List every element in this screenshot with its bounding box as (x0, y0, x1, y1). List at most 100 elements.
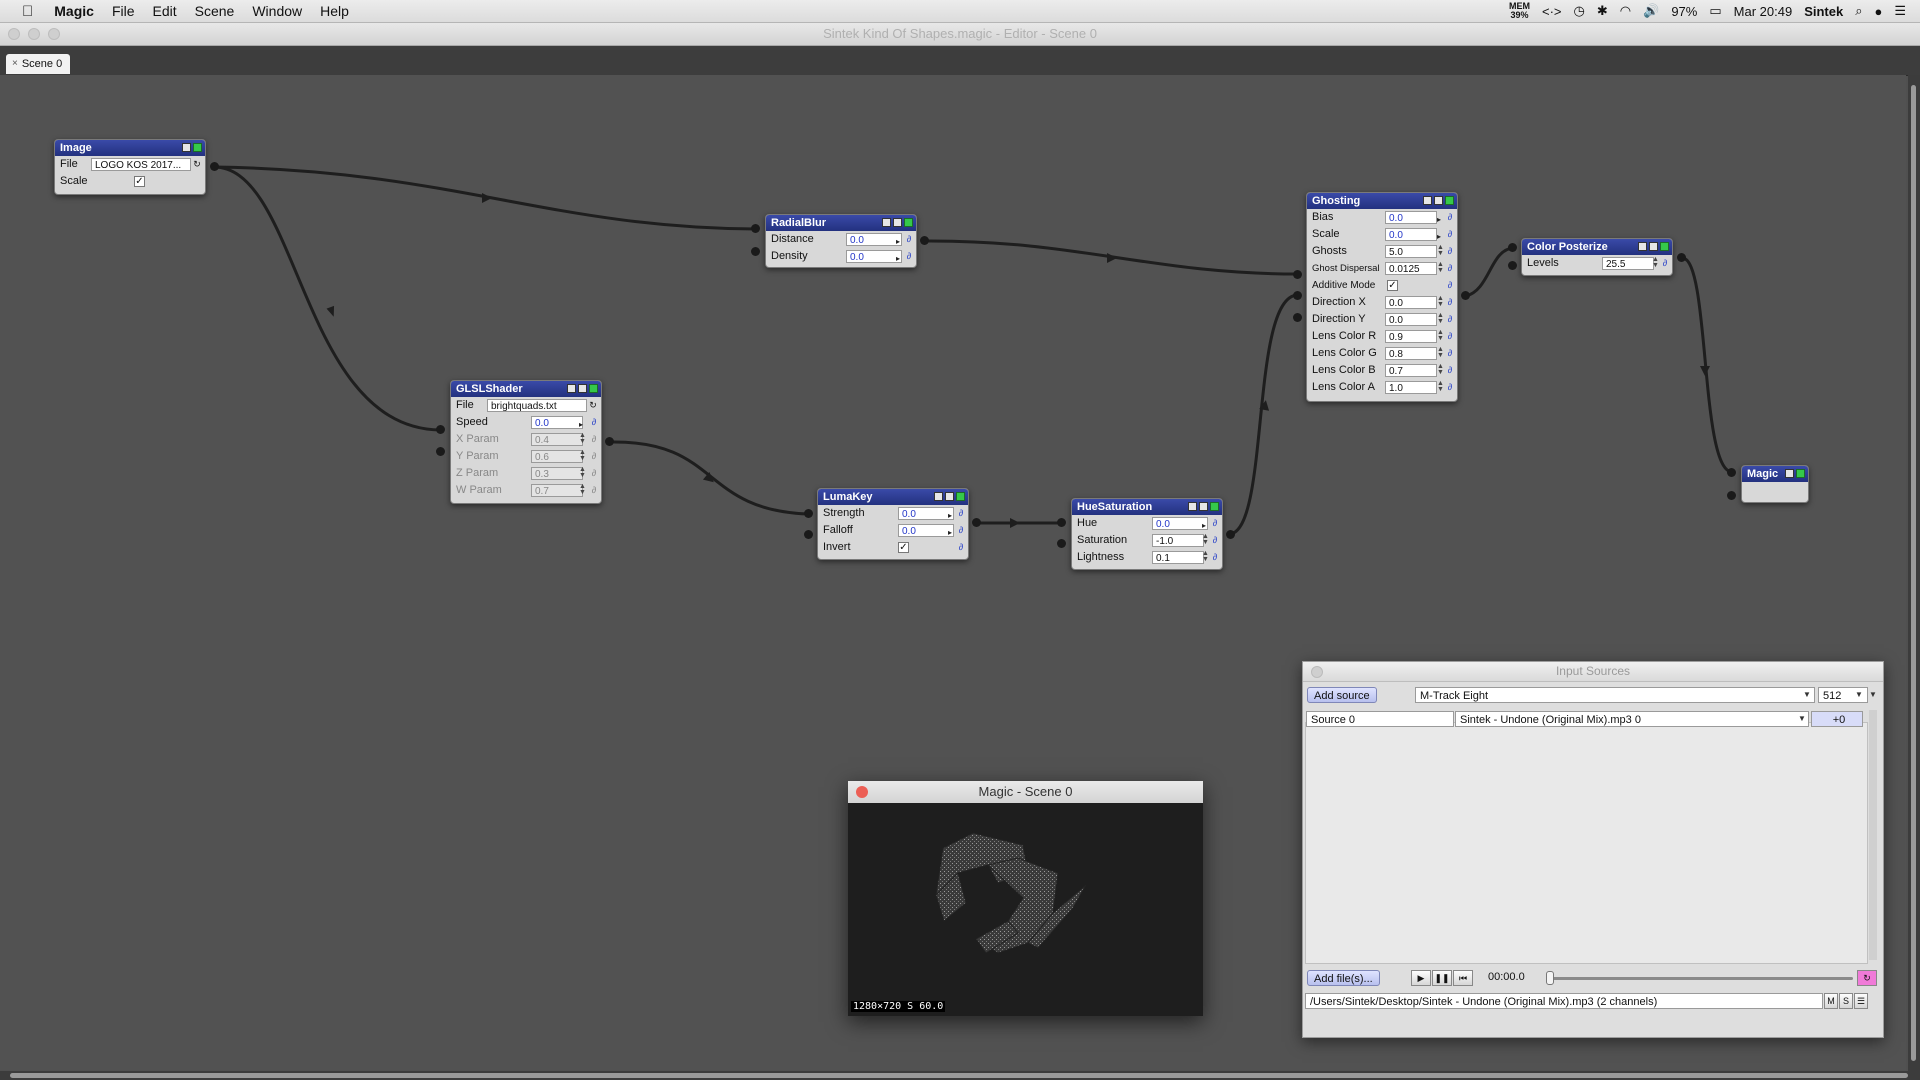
stepper-icon[interactable]: ▲ ▼ (579, 466, 586, 479)
node-header[interactable]: Magic (1742, 466, 1808, 482)
stepper-icon[interactable]: ▲ ▼ (1437, 244, 1444, 257)
stepper-icon[interactable]: ▲ ▼ (1437, 295, 1444, 308)
node-image[interactable]: Image File LOGO KOS 2017... ↻ Scale ✓ (54, 139, 206, 195)
param-value[interactable]: 0.0 (898, 507, 954, 520)
input-port[interactable] (1293, 270, 1302, 279)
param-value[interactable]: 0.9 (1385, 330, 1437, 343)
link-icon[interactable]: ∂ (1660, 258, 1670, 269)
node-header[interactable]: Image (55, 140, 205, 156)
menu-icon[interactable]: ☰ (1854, 993, 1868, 1009)
input-port[interactable] (436, 425, 445, 434)
input-sources-titlebar[interactable]: Input Sources (1303, 662, 1883, 682)
node-header[interactable]: LumaKey (818, 489, 968, 505)
stepper-icon[interactable]: ▲ ▼ (579, 483, 586, 496)
stepper-icon[interactable]: ▲ ▼ (579, 432, 586, 445)
node-ghosting[interactable]: Ghosting Bias 0.0 ▸ ∂ Scale 0.0 ▸ ∂ Ghosts 5.0 ▲… (1306, 192, 1458, 402)
output-port[interactable] (1461, 291, 1470, 300)
enable-node-icon[interactable] (956, 492, 965, 501)
param-value[interactable]: 0.0 (1385, 211, 1437, 224)
node-magic-output[interactable]: Magic (1741, 465, 1809, 503)
settings-node-icon[interactable] (893, 218, 902, 227)
input-port[interactable] (751, 247, 760, 256)
add-source-button[interactable]: Add source (1307, 687, 1377, 703)
node-header[interactable]: RadialBlur (766, 215, 916, 231)
input-port[interactable] (804, 530, 813, 539)
stepper-icon[interactable]: ▲ ▼ (1437, 346, 1444, 359)
input-port[interactable] (1293, 291, 1302, 300)
stepper-icon[interactable]: ▲ ▼ (579, 449, 586, 462)
stepper-icon[interactable]: ▲ ▼ (1437, 312, 1444, 325)
settings-node-icon[interactable] (1199, 502, 1208, 511)
link-icon[interactable]: ∂ (1445, 229, 1455, 240)
minimize-node-icon[interactable] (567, 384, 576, 393)
param-value[interactable]: 0.0 (898, 524, 954, 537)
settings-node-icon[interactable] (945, 492, 954, 501)
stepper-icon[interactable]: ▲ ▼ (1437, 329, 1444, 342)
invert-checkbox[interactable]: ✓ (898, 542, 909, 553)
link-icon[interactable]: ∂ (1445, 331, 1455, 342)
node-lumakey[interactable]: LumaKey Strength 0.0 ▸ ∂ Falloff 0.0 ▸ ∂ Inver… (817, 488, 969, 560)
output-port[interactable] (920, 236, 929, 245)
input-port[interactable] (1057, 518, 1066, 527)
buffer-dropdown-icon[interactable]: ▼ (1853, 687, 1865, 703)
link-icon[interactable]: ∂ (1445, 365, 1455, 376)
minimize-node-icon[interactable] (1423, 196, 1432, 205)
link-icon[interactable]: ∂ (1445, 382, 1455, 393)
input-sources-panel[interactable]: Input Sources Add source M-Track Eight ▼… (1302, 661, 1884, 1038)
rewind-icon[interactable]: ⏮ (1453, 970, 1473, 986)
stepper-icon[interactable]: ▲ ▼ (1202, 550, 1209, 563)
enable-node-icon[interactable] (1210, 502, 1219, 511)
link-icon[interactable]: ∂ (589, 451, 599, 462)
link-icon[interactable]: ∂ (589, 485, 599, 496)
param-value[interactable]: 0.1 (1152, 551, 1204, 564)
input-port[interactable] (1293, 313, 1302, 322)
param-value[interactable]: 0.0 (1385, 296, 1437, 309)
enable-node-icon[interactable] (1445, 196, 1454, 205)
param-value[interactable]: 0.7 (1385, 364, 1437, 377)
preview-window[interactable]: Magic - Scene 0 1280×720 S 60.0 (848, 781, 1203, 1016)
source-file-dropdown-icon[interactable]: ▼ (1796, 711, 1808, 727)
minimize-node-icon[interactable] (182, 143, 191, 152)
output-port[interactable] (1226, 530, 1235, 539)
gain-field[interactable]: +0 (1811, 711, 1863, 727)
minimize-node-icon[interactable] (934, 492, 943, 501)
link-icon[interactable]: ∂ (589, 417, 599, 428)
link-icon[interactable]: ∂ (589, 468, 599, 479)
param-value[interactable]: 0.0125 (1385, 262, 1437, 275)
node-header[interactable]: Ghosting (1307, 193, 1457, 209)
output-port[interactable] (972, 518, 981, 527)
settings-node-icon[interactable] (578, 384, 587, 393)
stepper-icon[interactable]: ▲ ▼ (1652, 256, 1659, 269)
mute-button[interactable]: M (1824, 993, 1838, 1009)
param-value[interactable]: 0.0 (1385, 228, 1437, 241)
link-icon[interactable]: ∂ (956, 508, 966, 519)
file-field[interactable]: brightquads.txt (487, 399, 587, 412)
enable-node-icon[interactable] (193, 143, 202, 152)
link-icon[interactable]: ∂ (1210, 535, 1220, 546)
playback-track[interactable] (1547, 977, 1853, 980)
stepper-icon[interactable]: ▲ ▼ (1202, 533, 1209, 546)
enable-node-icon[interactable] (904, 218, 913, 227)
source-file-select[interactable]: Sintek - Undone (Original Mix).mp3 0 (1455, 711, 1809, 727)
minimize-node-icon[interactable] (882, 218, 891, 227)
input-port[interactable] (751, 224, 760, 233)
param-value[interactable]: 0.0 (531, 416, 583, 429)
enable-node-icon[interactable] (1796, 469, 1805, 478)
link-icon[interactable]: ∂ (904, 234, 914, 245)
slider-arrow-icon[interactable]: ▸ (896, 250, 900, 267)
param-value[interactable]: 0.3 (531, 467, 583, 480)
param-value[interactable]: 0.0 (846, 233, 902, 246)
link-icon[interactable]: ∂ (1445, 297, 1455, 308)
pause-icon[interactable]: ❚❚ (1432, 970, 1452, 986)
input-port[interactable] (436, 447, 445, 456)
reload-icon[interactable]: ↻ (192, 159, 202, 170)
link-icon[interactable]: ∂ (1445, 263, 1455, 274)
param-value[interactable]: 0.8 (1385, 347, 1437, 360)
link-icon[interactable]: ∂ (956, 542, 966, 553)
close-panel-button[interactable] (1311, 666, 1323, 678)
scale-checkbox[interactable]: ✓ (134, 176, 145, 187)
param-value[interactable]: 1.0 (1385, 381, 1437, 394)
file-field[interactable]: LOGO KOS 2017... (91, 158, 191, 171)
link-icon[interactable]: ∂ (589, 434, 599, 445)
node-header[interactable]: Color Posterize (1522, 239, 1672, 255)
